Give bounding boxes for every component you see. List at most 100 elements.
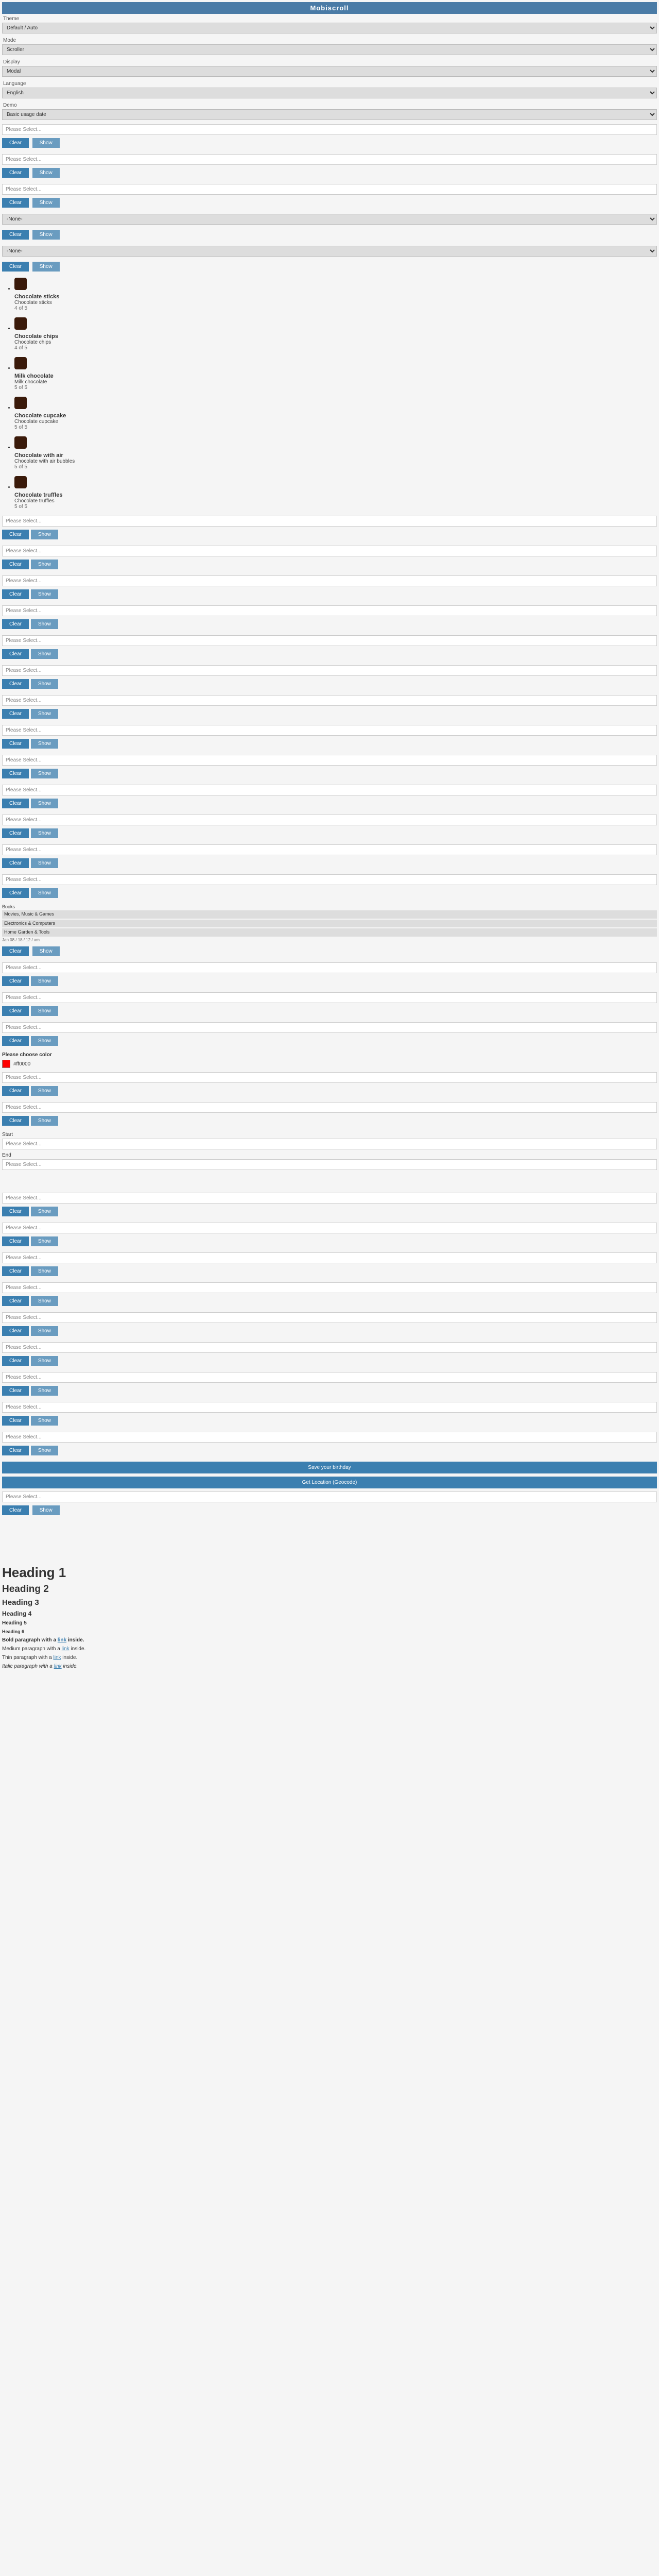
- clear-button[interactable]: Clear: [2, 1036, 29, 1046]
- clear-button[interactable]: Clear: [2, 1236, 29, 1246]
- picker-input[interactable]: Please Select...: [2, 1342, 657, 1353]
- show-button[interactable]: Show: [32, 138, 60, 148]
- show-button[interactable]: Show: [31, 1116, 58, 1126]
- clear-button[interactable]: Clear: [2, 1356, 29, 1366]
- show-button[interactable]: Show: [31, 799, 58, 808]
- show-button[interactable]: Show: [32, 1505, 60, 1515]
- display-select[interactable]: Modal: [2, 66, 657, 77]
- picker-input[interactable]: Please Select...: [2, 992, 657, 1003]
- clear-button[interactable]: Clear: [2, 739, 29, 749]
- link[interactable]: link: [54, 1655, 61, 1660]
- show-button[interactable]: Show: [31, 828, 58, 838]
- picker-input[interactable]: Please Select...: [2, 605, 657, 616]
- show-button[interactable]: Show: [31, 1266, 58, 1276]
- show-button[interactable]: Show: [31, 769, 58, 778]
- picker-input[interactable]: Please Select...: [2, 1432, 657, 1443]
- picker-input[interactable]: Please Select...: [2, 1072, 657, 1083]
- clear-button[interactable]: Clear: [2, 560, 29, 569]
- clear-button[interactable]: Clear: [2, 946, 29, 956]
- clear-button[interactable]: Clear: [2, 888, 29, 898]
- clear-button[interactable]: Clear: [2, 1296, 29, 1306]
- picker-input[interactable]: Please Select...: [2, 1102, 657, 1113]
- show-button[interactable]: Show: [31, 530, 58, 539]
- show-button[interactable]: Show: [31, 1036, 58, 1046]
- show-button[interactable]: Show: [31, 1296, 58, 1306]
- picker-input[interactable]: Please Select...: [2, 962, 657, 973]
- clear-button[interactable]: Clear: [2, 1266, 29, 1276]
- clear-button[interactable]: Clear: [2, 262, 29, 272]
- picker-input[interactable]: Please Select...: [2, 546, 657, 556]
- clear-button[interactable]: Clear: [2, 198, 29, 208]
- show-button[interactable]: Show: [32, 198, 60, 208]
- clear-button[interactable]: Clear: [2, 1505, 29, 1515]
- link[interactable]: link: [62, 1646, 70, 1652]
- language-select[interactable]: English: [2, 88, 657, 98]
- picker-input[interactable]: Please Select...: [2, 785, 657, 795]
- mode-select[interactable]: Scroller: [2, 44, 657, 55]
- picker-input-final[interactable]: Please Select...: [2, 1492, 657, 1502]
- generic-select-2[interactable]: -None-: [2, 246, 657, 257]
- picker-input[interactable]: Please Select...: [2, 755, 657, 766]
- picker-input[interactable]: Please Select...: [2, 1282, 657, 1293]
- save-birthday-button[interactable]: Save your birthday: [2, 1462, 657, 1473]
- show-button[interactable]: Show: [31, 709, 58, 719]
- show-button[interactable]: Show: [31, 1006, 58, 1016]
- link[interactable]: link: [54, 1664, 62, 1669]
- show-button[interactable]: Show: [32, 168, 60, 178]
- clear-button[interactable]: Clear: [2, 828, 29, 838]
- clear-button[interactable]: Clear: [2, 769, 29, 778]
- picker-input[interactable]: Please Select...: [2, 575, 657, 586]
- theme-select[interactable]: Default / Auto: [2, 23, 657, 33]
- picker-input[interactable]: Please Select...: [2, 695, 657, 706]
- clear-button[interactable]: Clear: [2, 679, 29, 689]
- clear-button[interactable]: Clear: [2, 1386, 29, 1396]
- picker-input[interactable]: Please Select...: [2, 516, 657, 527]
- show-button[interactable]: Show: [32, 262, 60, 272]
- clear-button[interactable]: Clear: [2, 530, 29, 539]
- link[interactable]: link: [58, 1637, 66, 1643]
- show-button[interactable]: Show: [32, 946, 60, 956]
- picker-input[interactable]: Please Select...: [2, 1022, 657, 1033]
- clear-button[interactable]: Clear: [2, 976, 29, 986]
- picker-input[interactable]: Please Select...: [2, 1372, 657, 1383]
- clear-button[interactable]: Clear: [2, 709, 29, 719]
- show-button[interactable]: Show: [31, 589, 58, 599]
- show-button[interactable]: Show: [31, 1416, 58, 1426]
- show-button[interactable]: Show: [31, 560, 58, 569]
- show-button[interactable]: Show: [31, 858, 58, 868]
- clear-button[interactable]: Clear: [2, 799, 29, 808]
- picker-input[interactable]: Please Select...: [2, 1312, 657, 1323]
- clear-button[interactable]: Clear: [2, 858, 29, 868]
- picker-input[interactable]: Please Select...: [2, 635, 657, 646]
- show-button[interactable]: Show: [31, 739, 58, 749]
- show-button[interactable]: Show: [31, 1386, 58, 1396]
- picker-input[interactable]: Please Select...: [2, 665, 657, 676]
- show-button[interactable]: Show: [31, 1207, 58, 1216]
- picker-input[interactable]: Please Select...: [2, 815, 657, 825]
- end-input[interactable]: Please Select...: [2, 1159, 657, 1170]
- picker-input[interactable]: Please Select...: [2, 874, 657, 885]
- show-button[interactable]: Show: [31, 1086, 58, 1096]
- show-button[interactable]: Show: [31, 679, 58, 689]
- clear-button[interactable]: Clear: [2, 1326, 29, 1336]
- picker-input[interactable]: Please Select...: [2, 1402, 657, 1413]
- clear-button[interactable]: Clear: [2, 1086, 29, 1096]
- picker-input[interactable]: Please Select...: [2, 1223, 657, 1233]
- clear-button[interactable]: Clear: [2, 1446, 29, 1455]
- clear-button[interactable]: Clear: [2, 1207, 29, 1216]
- show-button[interactable]: Show: [31, 976, 58, 986]
- show-button[interactable]: Show: [31, 1236, 58, 1246]
- clear-button[interactable]: Clear: [2, 138, 29, 148]
- show-button[interactable]: Show: [31, 619, 58, 629]
- clear-button[interactable]: Clear: [2, 589, 29, 599]
- generic-select-1[interactable]: -None-: [2, 214, 657, 225]
- show-button[interactable]: Show: [31, 888, 58, 898]
- picker-input[interactable]: Please Select...: [2, 725, 657, 736]
- color-swatch[interactable]: [2, 1060, 10, 1068]
- picker-input-1[interactable]: Please Select...: [2, 124, 657, 135]
- clear-button[interactable]: Clear: [2, 619, 29, 629]
- show-button[interactable]: Show: [31, 1356, 58, 1366]
- picker-input-3[interactable]: Please Select...: [2, 184, 657, 195]
- picker-input-2[interactable]: Please Select...: [2, 154, 657, 165]
- start-input[interactable]: Please Select...: [2, 1139, 657, 1149]
